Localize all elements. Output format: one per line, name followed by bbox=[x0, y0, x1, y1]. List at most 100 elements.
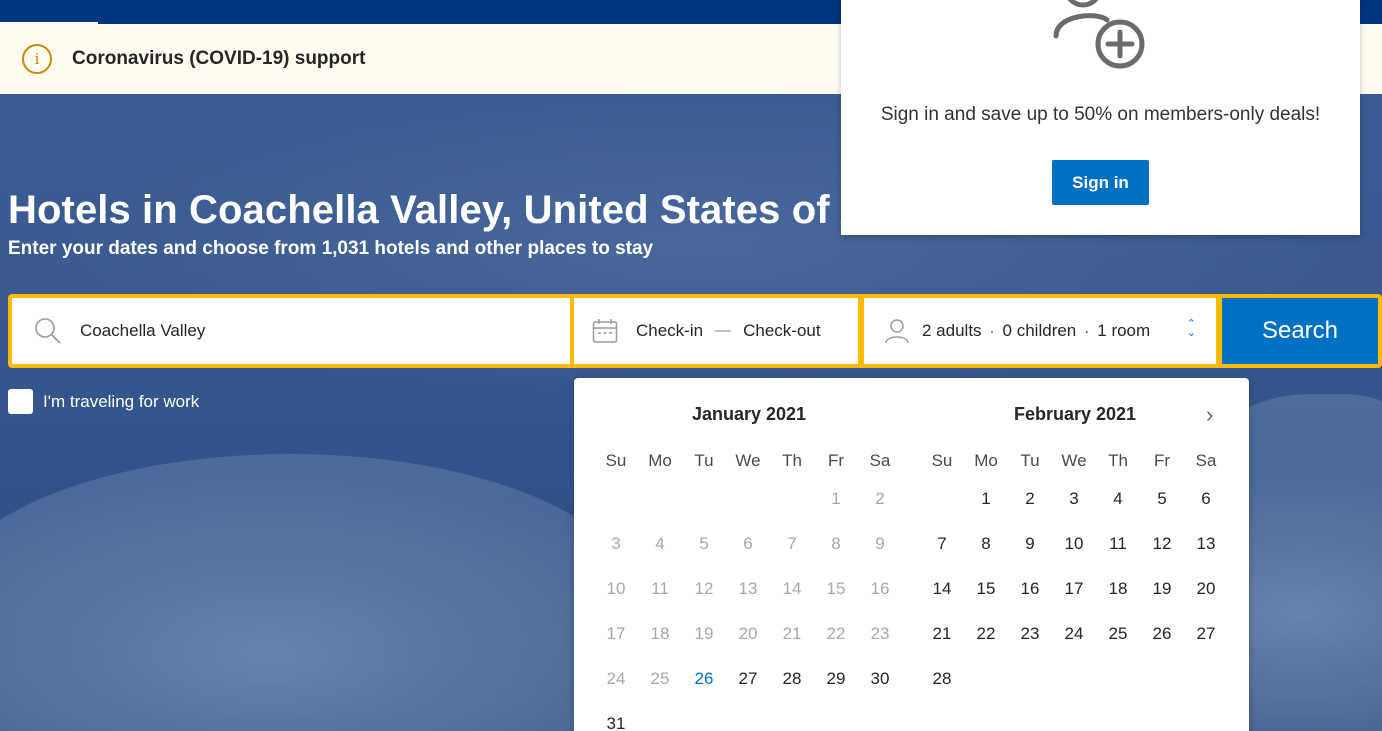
calendar-day: 13 bbox=[738, 579, 758, 598]
weekday-label: Sa bbox=[1195, 451, 1217, 470]
weekday-label: Su bbox=[931, 451, 953, 470]
calendar-day[interactable]: 7 bbox=[920, 521, 964, 566]
work-travel-label[interactable]: I'm traveling for work bbox=[43, 392, 199, 412]
calendar-day: 22 bbox=[826, 624, 846, 643]
calendar-day[interactable]: 2 bbox=[1008, 476, 1052, 521]
date-separator: — bbox=[715, 322, 732, 339]
rooms-count: 1 room bbox=[1097, 321, 1151, 340]
calendar-day[interactable]: 16 bbox=[1008, 566, 1052, 611]
calendar-day: 6 bbox=[743, 534, 753, 553]
calendar-day[interactable]: 1 bbox=[964, 476, 1008, 521]
calendar-icon bbox=[592, 319, 618, 343]
weekday-label: Th bbox=[1108, 451, 1128, 470]
calendar-day[interactable]: 18 bbox=[1096, 566, 1140, 611]
calendar-day: 18 bbox=[650, 624, 670, 643]
calendar-day[interactable]: 20 bbox=[1184, 566, 1228, 611]
month-grid: Su Mo Tu We Th Fr Sa 1 2 3 4 5 6 7 8 9 10 11 12 13 14 15 16 17 1… bbox=[920, 446, 1230, 701]
calendar-day: 25 bbox=[650, 669, 670, 688]
guests-field[interactable]: 2 adults · 0 children · 1 room ⌃ ⌄ bbox=[864, 298, 1216, 364]
calendar-day[interactable]: 28 bbox=[770, 656, 814, 701]
chevron-right-icon[interactable]: › bbox=[1206, 402, 1213, 428]
add-user-icon bbox=[1053, 0, 1145, 69]
dates-field[interactable]: Check-in — Check-out bbox=[574, 298, 858, 364]
month-title: January 2021 bbox=[691, 404, 807, 424]
work-travel-checkbox[interactable] bbox=[8, 389, 33, 414]
children-count: 0 children bbox=[1002, 321, 1077, 340]
calendar-day: 14 bbox=[782, 579, 802, 598]
weekday-label: We bbox=[735, 451, 761, 470]
weekday-label: Fr bbox=[827, 451, 845, 470]
calendar-day[interactable]: 15 bbox=[964, 566, 1008, 611]
calendar-day[interactable]: 19 bbox=[1140, 566, 1184, 611]
calendar-day[interactable]: 23 bbox=[1008, 611, 1052, 656]
calendar-day: 11 bbox=[651, 579, 669, 598]
weekday-label: Tu bbox=[1020, 451, 1040, 470]
calendar-day[interactable]: 26 bbox=[682, 656, 726, 701]
calendar-month-january: January 2021 Su Mo Tu We Th Fr Sa 1 2 3 4 5 6 7 8 9 10 11… bbox=[594, 398, 904, 731]
calendar-day[interactable]: 13 bbox=[1184, 521, 1228, 566]
calendar-day[interactable]: 3 bbox=[1052, 476, 1096, 521]
calendar-day[interactable]: 17 bbox=[1052, 566, 1096, 611]
calendar-day[interactable]: 21 bbox=[920, 611, 964, 656]
weekday-label: We bbox=[1061, 451, 1087, 470]
calendar-day: 21 bbox=[782, 624, 802, 643]
chevron-updown-icon: ⌃ ⌄ bbox=[1186, 318, 1196, 339]
empty-cell bbox=[682, 476, 726, 521]
calendar-day[interactable]: 22 bbox=[964, 611, 1008, 656]
calendar-day[interactable]: 25 bbox=[1096, 611, 1140, 656]
destination-value: Coachella Valley bbox=[80, 321, 206, 340]
calendar-day[interactable]: 29 bbox=[814, 656, 858, 701]
calendar-day[interactable]: 12 bbox=[1140, 521, 1184, 566]
month-grid: Su Mo Tu We Th Fr Sa 1 2 3 4 5 6 7 8 9 10 11 12 13 14 15 16 17 1… bbox=[594, 446, 904, 731]
work-travel-option[interactable]: I'm traveling for work bbox=[8, 389, 199, 414]
calendar-day: 4 bbox=[655, 534, 665, 553]
calendar-day: 23 bbox=[870, 624, 890, 643]
calendar-day: 3 bbox=[611, 534, 621, 553]
weekday-label: Tu bbox=[694, 451, 714, 470]
person-icon bbox=[885, 319, 909, 344]
search-bar: Coachella Valley Check-in — Check-out 2 … bbox=[8, 294, 1382, 368]
search-button[interactable]: Search bbox=[1222, 298, 1378, 364]
calendar-day: 2 bbox=[875, 489, 885, 508]
calendar-day[interactable]: 10 bbox=[1052, 521, 1096, 566]
page-subtitle: Enter your dates and choose from 1,031 h… bbox=[8, 238, 654, 259]
weekday-label: Mo bbox=[974, 451, 998, 470]
weekday-label: Mo bbox=[648, 451, 672, 470]
checkout-label[interactable]: Check-out bbox=[743, 321, 820, 341]
calendar-day[interactable]: 24 bbox=[1052, 611, 1096, 656]
calendar-day[interactable]: 4 bbox=[1096, 476, 1140, 521]
weekday-label: Sa bbox=[869, 451, 891, 470]
calendar-day[interactable]: 31 bbox=[594, 701, 638, 731]
calendar-day[interactable]: 11 bbox=[1096, 521, 1140, 566]
info-icon: i bbox=[22, 44, 52, 74]
date-picker: January 2021 Su Mo Tu We Th Fr Sa 1 2 3 4 5 6 7 8 9 10 11… bbox=[574, 378, 1249, 731]
calendar-day[interactable]: 8 bbox=[964, 521, 1008, 566]
checkin-label[interactable]: Check-in bbox=[636, 321, 703, 341]
signin-button[interactable]: Sign in bbox=[1052, 160, 1149, 205]
covid-banner-text[interactable]: Coronavirus (COVID-19) support bbox=[72, 48, 365, 70]
calendar-day: 1 bbox=[831, 489, 841, 508]
calendar-day[interactable]: 30 bbox=[858, 656, 902, 701]
calendar-day: 15 bbox=[826, 579, 846, 598]
empty-cell bbox=[726, 476, 770, 521]
calendar-day[interactable]: 28 bbox=[920, 656, 964, 701]
calendar-day: 10 bbox=[606, 579, 626, 598]
calendar-day[interactable]: 27 bbox=[1184, 611, 1228, 656]
signin-popup: Sign in and save up to 50% on members-on… bbox=[841, 0, 1360, 235]
calendar-day: 8 bbox=[831, 534, 841, 553]
destination-field[interactable]: Coachella Valley bbox=[12, 298, 570, 364]
calendar-day[interactable]: 5 bbox=[1140, 476, 1184, 521]
empty-cell bbox=[770, 476, 814, 521]
calendar-month-february: February 2021 Su Mo Tu We Th Fr Sa 1 2 3 4 5 6 7 8 9 10 1… bbox=[920, 398, 1230, 701]
calendar-day[interactable]: 9 bbox=[1008, 521, 1052, 566]
calendar-day[interactable]: 26 bbox=[1140, 611, 1184, 656]
adults-count: 2 adults bbox=[922, 321, 982, 340]
weekday-label: Th bbox=[782, 451, 802, 470]
calendar-day[interactable]: 14 bbox=[920, 566, 964, 611]
search-icon bbox=[35, 318, 61, 344]
calendar-day[interactable]: 27 bbox=[726, 656, 770, 701]
calendar-day[interactable]: 6 bbox=[1184, 476, 1228, 521]
calendar-day: 24 bbox=[606, 669, 626, 688]
empty-cell bbox=[594, 476, 638, 521]
calendar-day: 19 bbox=[694, 624, 714, 643]
